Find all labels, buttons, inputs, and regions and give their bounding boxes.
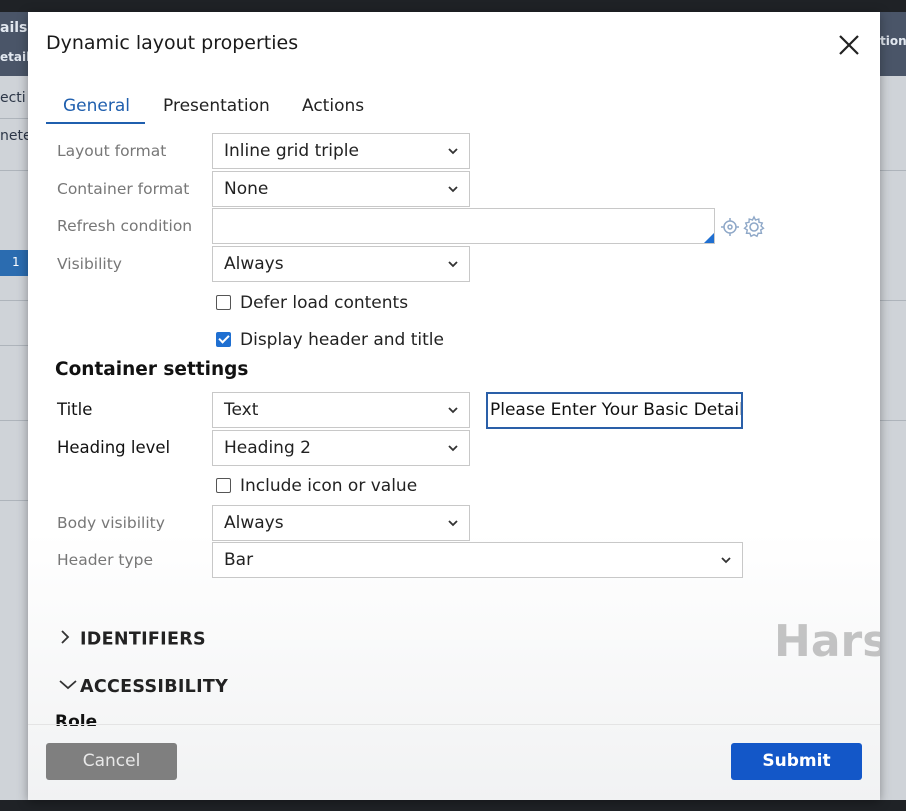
accessibility-section-toggle[interactable]: ACCESSIBILITY <box>58 677 228 697</box>
tab-presentation[interactable]: Presentation <box>163 96 270 116</box>
expand-corner-icon[interactable] <box>704 233 714 243</box>
container-format-value: None <box>224 179 269 199</box>
display-header-checkbox[interactable]: Display header and title <box>216 330 444 350</box>
container-format-select[interactable]: None <box>212 171 470 207</box>
body-visibility-select[interactable]: Always <box>212 505 470 541</box>
title-type-select[interactable]: Text <box>212 392 470 428</box>
layout-format-value: Inline grid triple <box>224 141 359 161</box>
include-icon-checkbox[interactable]: Include icon or value <box>216 476 417 496</box>
background-row-line <box>880 170 906 171</box>
visibility-value: Always <box>224 254 284 274</box>
heading-level-value: Heading 2 <box>224 438 311 458</box>
background-row-line <box>880 420 906 421</box>
gear-icon[interactable] <box>742 215 766 239</box>
background-row-line <box>880 300 906 301</box>
background-row-line <box>0 300 28 301</box>
chevron-right-icon <box>61 630 70 644</box>
checkbox-unchecked-icon[interactable] <box>216 295 231 310</box>
visibility-label: Visibility <box>57 255 122 273</box>
chevron-down-icon <box>448 148 458 155</box>
heading-level-label: Heading level <box>57 438 171 457</box>
chevron-down-icon <box>448 445 458 452</box>
identifiers-label: IDENTIFIERS <box>80 629 206 650</box>
layout-format-select[interactable]: Inline grid triple <box>212 133 470 169</box>
background-text: nete <box>0 128 28 144</box>
body-visibility-value: Always <box>224 513 284 533</box>
background-text: ails: <box>0 20 28 36</box>
background-row-line <box>0 500 28 501</box>
background-topbar <box>0 0 906 12</box>
background-bottom-bar <box>0 800 906 811</box>
target-icon[interactable] <box>720 217 740 237</box>
chevron-down-icon <box>448 520 458 527</box>
submit-button[interactable]: Submit <box>731 743 862 780</box>
body-visibility-label: Body visibility <box>57 514 165 532</box>
background-row-line <box>0 420 28 421</box>
background-text: etail <box>0 50 28 64</box>
accessibility-label: ACCESSIBILITY <box>80 677 229 697</box>
layout-format-label: Layout format <box>57 142 167 160</box>
checkbox-checked-icon[interactable] <box>216 332 231 347</box>
close-button[interactable] <box>834 30 864 60</box>
chevron-down-icon <box>448 261 458 268</box>
header-type-label: Header type <box>57 551 153 569</box>
chevron-down-icon <box>448 186 458 193</box>
container-format-label: Container format <box>57 180 190 198</box>
background-row-line <box>0 345 28 346</box>
chevron-down-icon <box>721 557 731 564</box>
active-tab-indicator <box>46 122 145 124</box>
title-text-input[interactable]: Please Enter Your Basic Details <box>486 392 743 429</box>
background-text: tion <box>880 34 906 48</box>
checkbox-unchecked-icon[interactable] <box>216 478 231 493</box>
background-row-number: 1 <box>0 250 28 276</box>
chevron-down-icon <box>448 407 458 414</box>
defer-load-label: Defer load contents <box>240 293 409 313</box>
background-text: ecti <box>0 90 26 106</box>
footer-divider <box>28 724 880 725</box>
defer-load-checkbox[interactable]: Defer load contents <box>216 293 408 313</box>
close-icon <box>839 35 859 55</box>
background-row-line <box>0 118 28 119</box>
chevron-down-icon <box>59 680 77 690</box>
refresh-condition-label: Refresh condition <box>57 217 193 235</box>
include-icon-label: Include icon or value <box>240 476 418 496</box>
watermark: Harsha <box>774 616 880 667</box>
title-label: Title <box>57 400 93 419</box>
tab-actions[interactable]: Actions <box>302 96 364 116</box>
heading-level-select[interactable]: Heading 2 <box>212 430 470 466</box>
background-row-line <box>0 170 28 171</box>
display-header-label: Display header and title <box>240 330 444 350</box>
cancel-button[interactable]: Cancel <box>46 743 177 780</box>
identifiers-section-toggle[interactable]: IDENTIFIERS <box>58 628 206 651</box>
dynamic-layout-properties-dialog: Dynamic layout properties General Presen… <box>28 12 880 800</box>
dialog-title: Dynamic layout properties <box>46 32 299 54</box>
container-settings-heading: Container settings <box>55 359 249 380</box>
visibility-select[interactable]: Always <box>212 246 470 282</box>
header-type-select[interactable]: Bar <box>212 542 743 578</box>
header-type-value: Bar <box>224 550 254 570</box>
tab-general[interactable]: General <box>63 96 130 116</box>
background-right-panel <box>880 12 906 802</box>
refresh-condition-input[interactable] <box>212 208 715 244</box>
title-type-value: Text <box>224 400 259 420</box>
